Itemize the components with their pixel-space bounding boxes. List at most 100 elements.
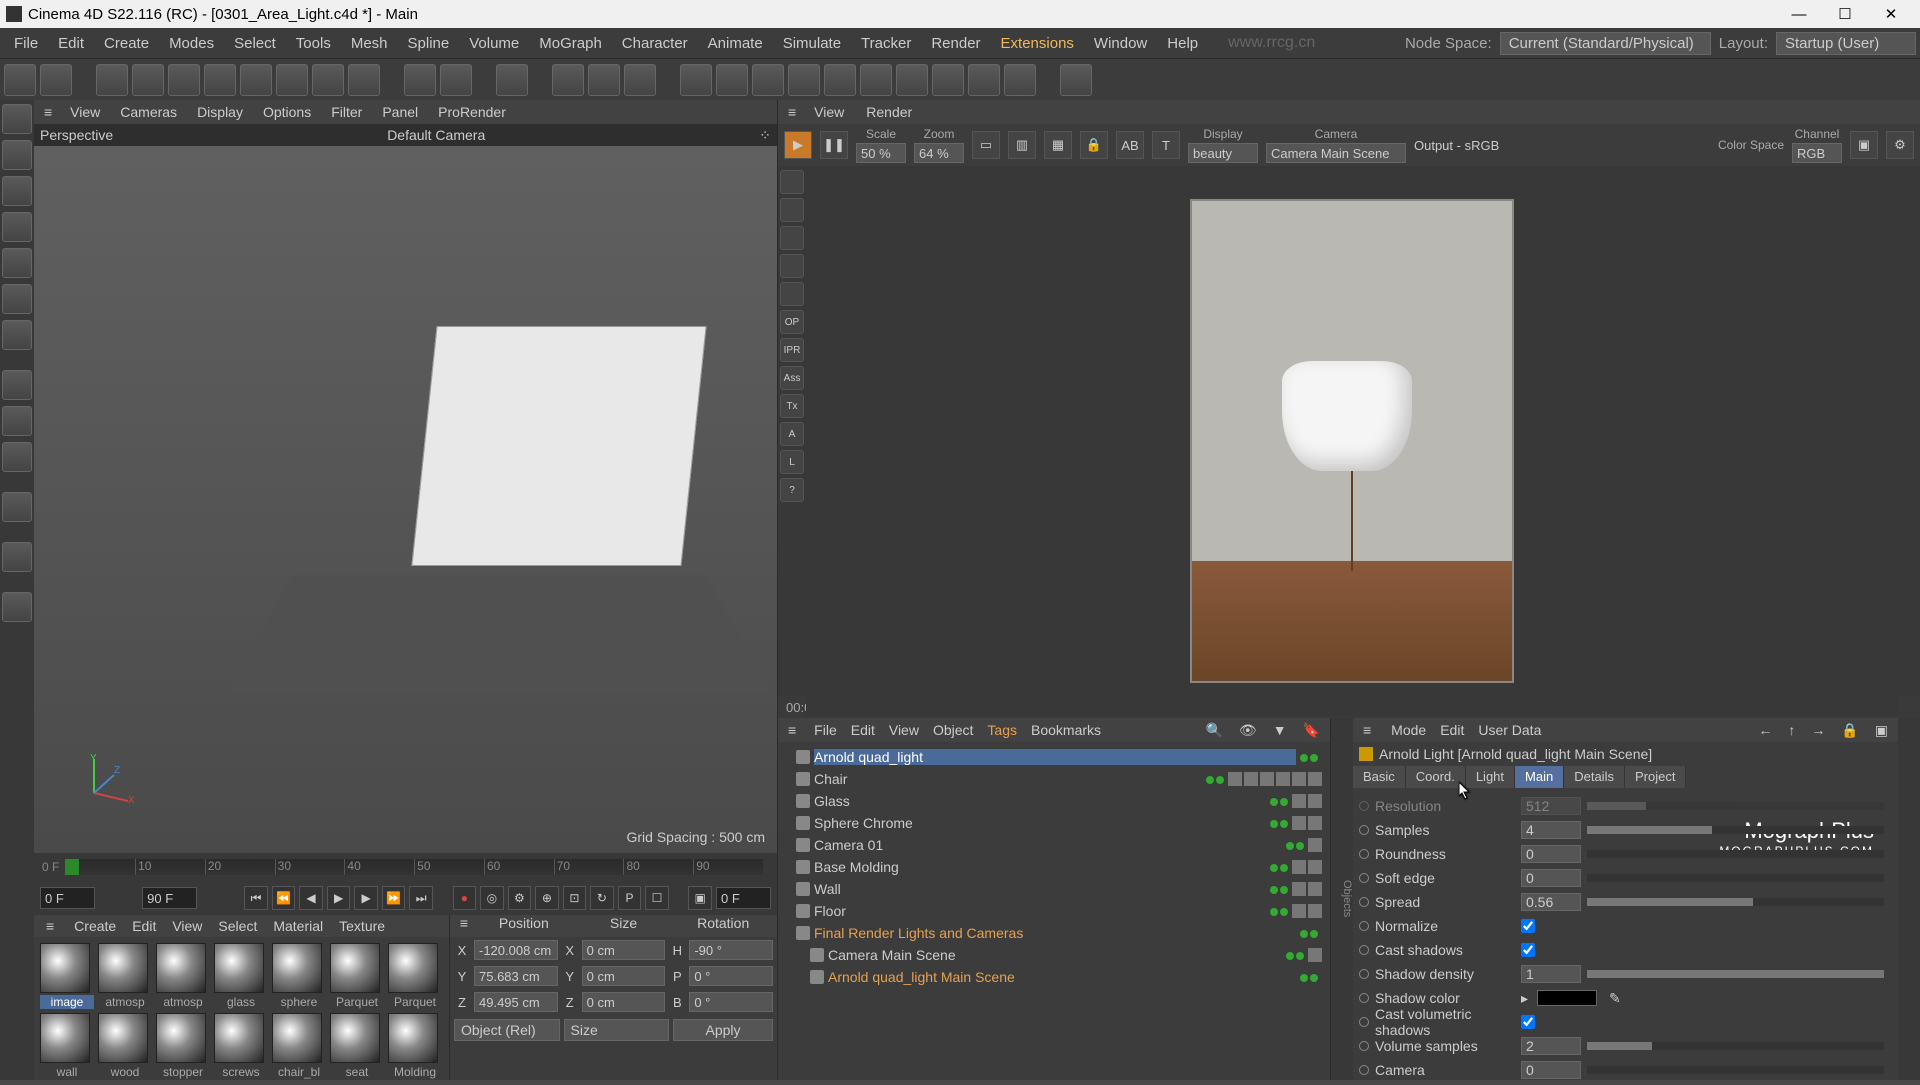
attr-menu-edit[interactable]: Edit xyxy=(1434,720,1470,740)
tweak-button[interactable] xyxy=(2,492,32,522)
render-view-icon[interactable] xyxy=(552,64,584,96)
size-mode-dropdown[interactable]: Size xyxy=(564,1019,670,1041)
attr-tab-basic[interactable]: Basic xyxy=(1353,766,1406,788)
param-value-field[interactable]: 0 xyxy=(1521,1061,1581,1079)
sphere-button[interactable] xyxy=(780,254,804,278)
param-value-field[interactable]: 0 xyxy=(1521,845,1581,863)
menu-edit[interactable]: Edit xyxy=(48,31,94,56)
subdiv-icon[interactable] xyxy=(752,64,784,96)
visibility-dots[interactable] xyxy=(1270,793,1288,809)
param-slider[interactable] xyxy=(1587,970,1884,978)
menu-help[interactable]: Help xyxy=(1157,31,1208,56)
menu-mograph[interactable]: MoGraph xyxy=(529,31,612,56)
object-name[interactable]: Camera 01 xyxy=(814,837,1282,853)
tag-icon[interactable] xyxy=(1308,948,1322,962)
material-preview[interactable] xyxy=(40,1013,90,1063)
attr-menu-mode[interactable]: Mode xyxy=(1385,720,1432,740)
object-name[interactable]: Arnold quad_light xyxy=(814,749,1296,765)
objects-menu-object[interactable]: Object xyxy=(927,720,979,740)
material-preview[interactable] xyxy=(272,943,322,993)
redo-icon[interactable] xyxy=(40,64,72,96)
param-value-field[interactable]: 0.56 xyxy=(1521,893,1581,911)
objects-menu-view[interactable]: View xyxy=(883,720,925,740)
text-toggle-icon[interactable]: T xyxy=(1152,131,1180,159)
undo-icon[interactable] xyxy=(4,64,36,96)
settings-icon[interactable]: ⚙ xyxy=(1886,131,1914,159)
autokey-button[interactable]: ◎ xyxy=(480,886,504,910)
tag-icon[interactable] xyxy=(1292,882,1306,896)
crop-icon[interactable]: ▭ xyxy=(972,131,1000,159)
size-x-field[interactable]: 0 cm xyxy=(582,940,666,960)
param-slider[interactable] xyxy=(1587,802,1884,810)
op-button[interactable]: OP xyxy=(780,310,804,334)
param-dot-icon[interactable] xyxy=(1359,969,1369,979)
cube-icon[interactable] xyxy=(680,64,712,96)
materials-menu-edit[interactable]: Edit xyxy=(124,916,164,936)
visibility-dots[interactable] xyxy=(1300,925,1318,941)
bend-icon[interactable] xyxy=(860,64,892,96)
move-icon[interactable] xyxy=(132,64,164,96)
axis-mode-button[interactable] xyxy=(2,320,32,350)
minimize-button[interactable]: — xyxy=(1776,0,1822,28)
param-value-field[interactable]: 512 xyxy=(1521,797,1581,815)
position-y-field[interactable]: 75.683 cm xyxy=(474,966,558,986)
camera-icon[interactable] xyxy=(1004,64,1036,96)
step-fwd-button[interactable]: ⏩ xyxy=(382,886,406,910)
key-pla-button[interactable]: ☐ xyxy=(645,886,669,910)
tag-icon[interactable] xyxy=(1308,772,1322,786)
pick-button[interactable] xyxy=(780,198,804,222)
render-queue-icon[interactable] xyxy=(624,64,656,96)
viewport-nav-icon[interactable] xyxy=(735,103,753,121)
menu-animate[interactable]: Animate xyxy=(698,31,773,56)
rotation-x-field[interactable]: -90 ° xyxy=(689,940,773,960)
viewport-menu-view[interactable]: View xyxy=(60,102,110,122)
key-param-button[interactable]: P xyxy=(618,886,642,910)
menu-render[interactable]: Render xyxy=(921,31,990,56)
edge-mode-button[interactable] xyxy=(2,248,32,278)
frame-end-field[interactable]: 90 F xyxy=(142,887,197,909)
ipr-button[interactable]: IPR xyxy=(780,338,804,362)
snap-c-button[interactable] xyxy=(2,442,32,472)
joint-icon[interactable] xyxy=(932,64,964,96)
object-node[interactable]: Glass xyxy=(782,790,1326,812)
param-slider[interactable] xyxy=(1587,826,1884,834)
material-glass[interactable]: glass xyxy=(214,943,268,1009)
snap-a-button[interactable] xyxy=(2,370,32,400)
visibility-dots[interactable] xyxy=(1300,969,1318,985)
object-node[interactable]: Arnold quad_light Main Scene xyxy=(782,966,1326,988)
menu-select[interactable]: Select xyxy=(224,31,286,56)
param-slider[interactable] xyxy=(1587,850,1884,858)
material-atmosp[interactable]: atmosp xyxy=(156,943,210,1009)
object-node[interactable]: Final Render Lights and Cameras xyxy=(782,922,1326,944)
step-back-button[interactable]: ⏪ xyxy=(272,886,296,910)
frame-start-field[interactable]: 0 F xyxy=(40,887,95,909)
camera-options-icon[interactable]: ⁘ xyxy=(759,127,771,144)
texture-mode-button[interactable] xyxy=(2,140,32,170)
param-dot-icon[interactable] xyxy=(1359,825,1369,835)
material-preview[interactable] xyxy=(330,943,380,993)
param-slider[interactable] xyxy=(1587,1066,1884,1074)
model-mode-button[interactable] xyxy=(2,104,32,134)
viewport-menu-cameras[interactable]: Cameras xyxy=(110,102,187,122)
material-Parquet[interactable]: Parquet xyxy=(330,943,384,1009)
eyedropper-icon[interactable]: ✎ xyxy=(1609,990,1621,1007)
param-checkbox[interactable] xyxy=(1521,943,1535,957)
timeline-ruler[interactable]: 0 F 0102030405060708090 xyxy=(34,853,777,881)
object-node[interactable]: Chair xyxy=(782,768,1326,790)
hamburger-icon[interactable]: ≡ xyxy=(454,915,474,937)
material-wall[interactable]: wall xyxy=(40,1013,94,1079)
viewport-menu-display[interactable]: Display xyxy=(187,102,253,122)
object-name[interactable]: Base Molding xyxy=(814,859,1266,875)
object-node[interactable]: Wall xyxy=(782,878,1326,900)
rect-button[interactable] xyxy=(780,282,804,306)
object-name[interactable]: Sphere Chrome xyxy=(814,815,1266,831)
objects-tab-strip[interactable]: Objects xyxy=(1331,718,1353,1080)
tag-icon[interactable] xyxy=(1244,772,1258,786)
material-chair_bl[interactable]: chair_bl xyxy=(272,1013,326,1079)
xray-icon[interactable] xyxy=(496,64,528,96)
object-node[interactable]: Camera 01 xyxy=(782,834,1326,856)
maximize-button[interactable]: ☐ xyxy=(1822,0,1868,28)
materials-menu-texture[interactable]: Texture xyxy=(331,916,393,936)
workplane-mode-button[interactable] xyxy=(2,176,32,206)
tag-icon[interactable] xyxy=(1292,794,1306,808)
